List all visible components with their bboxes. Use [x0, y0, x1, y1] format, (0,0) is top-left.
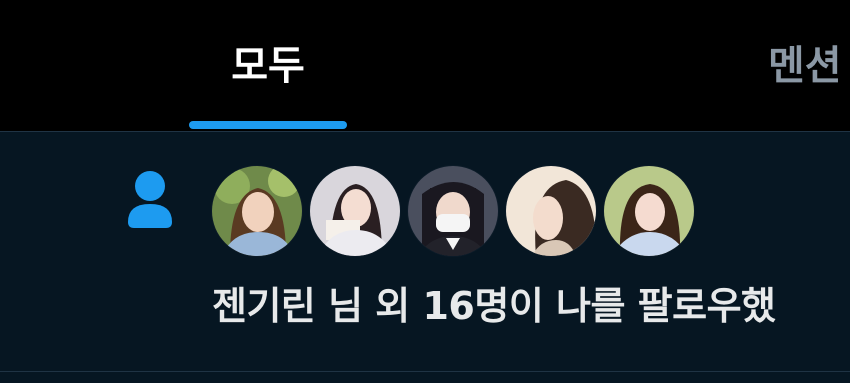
- person-icon: [126, 170, 174, 230]
- follower-avatar[interactable]: [603, 165, 695, 257]
- tab-all[interactable]: 모두: [190, 36, 346, 96]
- next-notification-edge: [0, 372, 850, 383]
- notification-item[interactable]: 젠기린 님 외 16명이 나를 팔로우했: [0, 132, 850, 371]
- follower-avatar[interactable]: [309, 165, 401, 257]
- follower-avatar[interactable]: [505, 165, 597, 257]
- follower-avatar[interactable]: [211, 165, 303, 257]
- follower-avatar[interactable]: [407, 165, 499, 257]
- tab-selected-indicator: [189, 121, 347, 129]
- notifications-tab-bar: 모두 멘션: [0, 0, 850, 131]
- notification-text: 젠기린 님 외 16명이 나를 팔로우했: [212, 284, 776, 328]
- tab-mentions[interactable]: 멘션: [768, 36, 842, 96]
- notifications-screen: 모두 멘션 젠기린 님 외 16명이 나를 팔로우했: [0, 0, 850, 383]
